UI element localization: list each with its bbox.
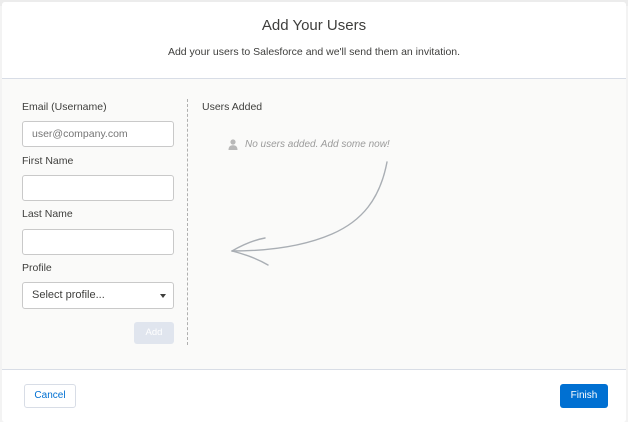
chevron-down-icon: [160, 294, 166, 298]
profile-label: Profile: [22, 262, 52, 274]
modal-header: Add Your Users Add your users to Salesfo…: [2, 2, 626, 79]
finish-button[interactable]: Finish: [560, 384, 608, 408]
profile-select-value: Select profile...: [32, 289, 105, 301]
modal-title: Add Your Users: [261, 17, 367, 34]
person-icon: [228, 139, 238, 150]
modal-body: Email (Username) First Name Last Name Pr…: [2, 79, 626, 369]
users-added-heading: Users Added: [202, 101, 263, 113]
add-user-button[interactable]: Add: [134, 322, 174, 344]
curved-arrow-icon: [231, 161, 388, 266]
column-divider: [187, 99, 188, 345]
first-name-input[interactable]: [22, 175, 174, 201]
profile-select[interactable]: Select profile...: [22, 282, 174, 309]
modal-footer: Cancel Finish: [2, 369, 626, 422]
modal-subtitle: Add your users to Salesforce and we'll s…: [167, 46, 461, 58]
add-users-modal: Add Your Users Add your users to Salesfo…: [2, 2, 626, 422]
empty-users-text: No users added. Add some now!: [245, 139, 390, 150]
email-label: Email (Username): [22, 101, 107, 113]
empty-users-message: No users added. Add some now!: [228, 139, 390, 150]
first-name-label: First Name: [22, 155, 74, 167]
email-input[interactable]: [22, 121, 174, 147]
last-name-label: Last Name: [22, 208, 73, 220]
last-name-input[interactable]: [22, 229, 174, 255]
cancel-button[interactable]: Cancel: [24, 384, 76, 408]
